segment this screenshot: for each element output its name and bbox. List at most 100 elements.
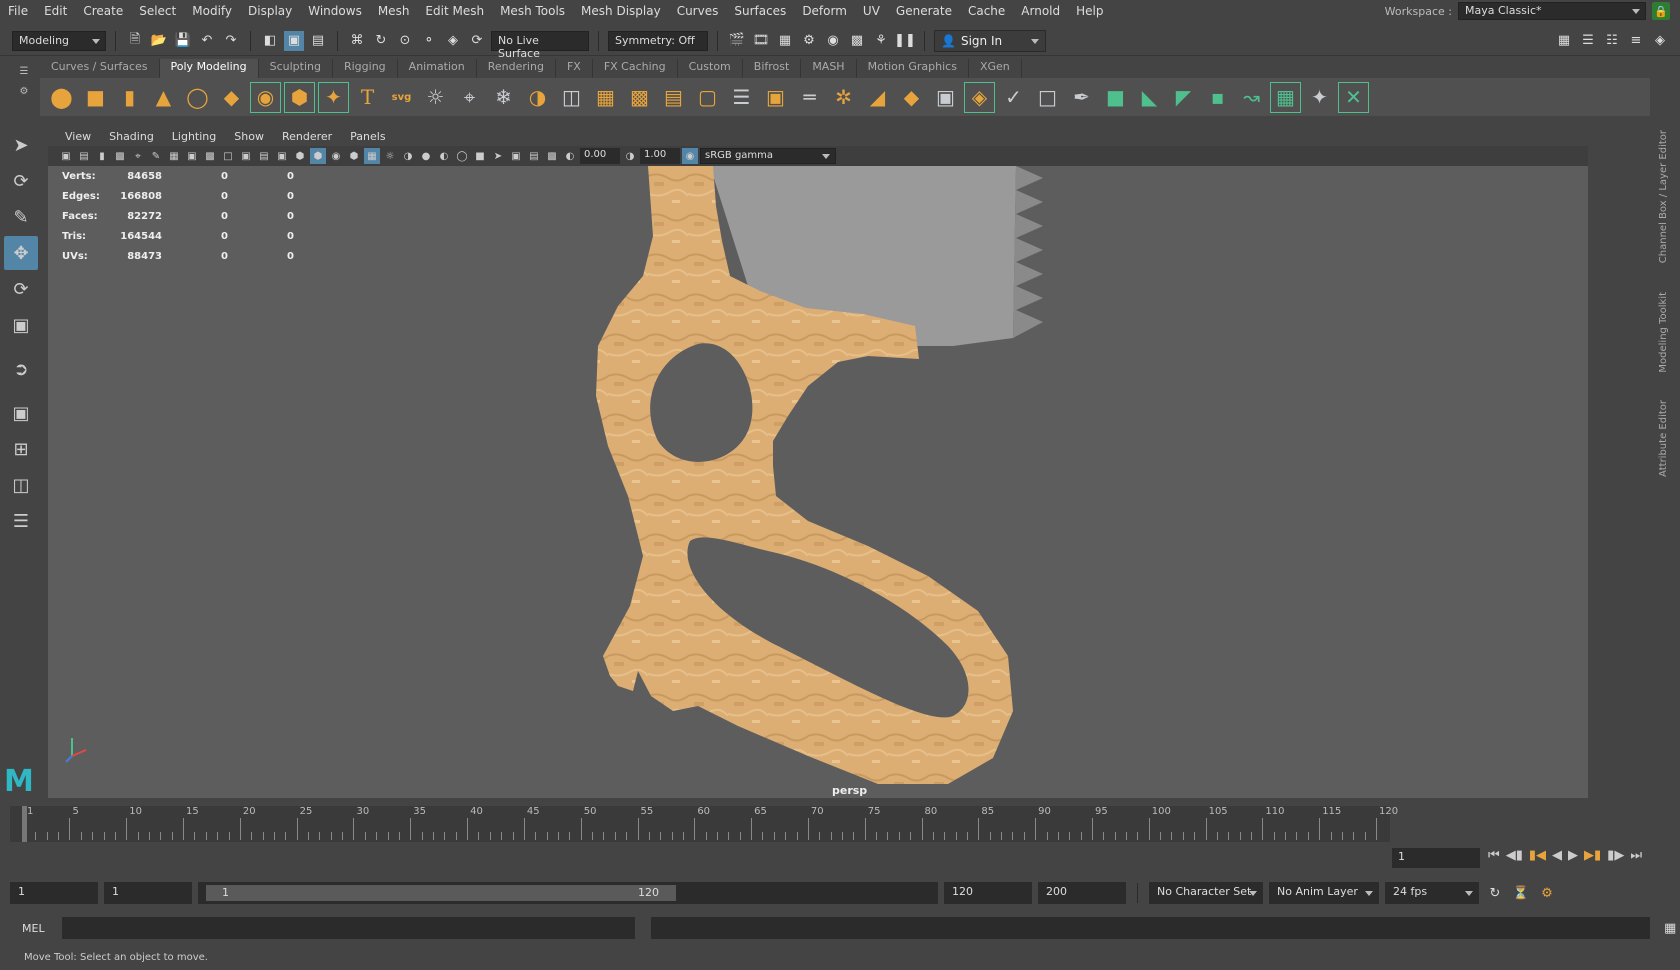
xray-icon[interactable]: ▣	[508, 148, 524, 164]
go-to-end-icon[interactable]: ⏭	[1630, 848, 1642, 863]
lights-icon[interactable]: ☼	[382, 148, 398, 164]
viewport-menu-view[interactable]: View	[56, 130, 100, 143]
attribute-editor-icon[interactable]: ☰	[1578, 31, 1598, 51]
bevel-icon[interactable]: ▣	[760, 82, 791, 113]
layer-editor-icon[interactable]: ◈	[1650, 31, 1670, 51]
two-d-pan-icon[interactable]: ⌖	[130, 148, 146, 164]
poly-cylinder-icon[interactable]: ▮	[114, 82, 145, 113]
step-back-frame-icon[interactable]: ▮◀	[1529, 848, 1546, 863]
scale-tool-icon[interactable]: ▣	[4, 308, 38, 342]
lasso-tool-icon[interactable]: ⟳	[4, 164, 38, 198]
snap-curve-icon[interactable]: ↻	[371, 31, 391, 51]
uv-icon[interactable]: ❄	[488, 82, 519, 113]
menu-curves[interactable]: Curves	[669, 4, 727, 18]
viewport-menu-panels[interactable]: Panels	[341, 130, 394, 143]
persp-graph-icon[interactable]: ◫	[4, 468, 38, 502]
animation-start-field[interactable]: 1	[10, 882, 98, 904]
wireframe-on-shaded-icon[interactable]: ⬢	[346, 148, 362, 164]
insert-loop-icon[interactable]: ═	[794, 82, 825, 113]
menu-generate[interactable]: Generate	[888, 4, 960, 18]
lock-icon[interactable]: 🔒	[1652, 2, 1670, 20]
shelf-tab-curves-surfaces[interactable]: Curves / Surfaces	[40, 59, 160, 78]
make-live-icon[interactable]: ⟳	[467, 31, 487, 51]
shelf-tab-mash[interactable]: MASH	[801, 59, 857, 78]
platonic-solid-icon[interactable]: ⬢	[284, 81, 315, 113]
render-frame-icon[interactable]: 🎬	[727, 31, 747, 51]
connect-icon[interactable]: ◆	[896, 82, 927, 113]
rotate-tool-icon[interactable]: ⟳	[4, 272, 38, 306]
safe-title-icon[interactable]: ▣	[274, 148, 290, 164]
script-editor-icon[interactable]: ▦	[1660, 918, 1680, 938]
image-plane-icon[interactable]: ▩	[112, 148, 128, 164]
mirror-icon[interactable]: ▤	[658, 82, 689, 113]
motion-blur-icon[interactable]: ◐	[436, 148, 452, 164]
ipr-render-icon[interactable]: ▦	[775, 31, 795, 51]
knife-icon[interactable]: ✒	[1066, 82, 1097, 113]
auto-key-icon[interactable]: ⏳	[1511, 883, 1531, 903]
current-frame-field[interactable]: 1	[1392, 848, 1480, 868]
step-forward-key-icon[interactable]: ▮▶	[1607, 848, 1624, 863]
exposure-field[interactable]: 0.00	[580, 148, 620, 164]
snap-point-icon[interactable]: ⊙	[395, 31, 415, 51]
tool-settings-icon[interactable]: ☷	[1602, 31, 1622, 51]
character-set-dropdown[interactable]: No Character Set	[1149, 882, 1263, 904]
select-tool-icon[interactable]: ➤	[4, 128, 38, 162]
shelf-tab-fx[interactable]: FX	[556, 59, 593, 78]
single-perspective-icon[interactable]: ▣	[4, 396, 38, 430]
uv-editor-icon[interactable]: ▦	[1270, 81, 1301, 113]
fill-hole-icon[interactable]: ◈	[964, 81, 995, 113]
safe-action-icon[interactable]: ▤	[256, 148, 272, 164]
snap-grid-icon[interactable]: ⌘	[347, 31, 367, 51]
isolate-select-icon[interactable]: ➤	[490, 148, 506, 164]
exposure-icon[interactable]: ◐	[562, 148, 578, 164]
workspace-dropdown[interactable]: Maya Classic*	[1458, 2, 1646, 20]
xray-joints-icon[interactable]: ▤	[526, 148, 542, 164]
resolution-gate-icon[interactable]: ▩	[202, 148, 218, 164]
reduce-icon[interactable]: ▩	[624, 82, 655, 113]
step-back-key-icon[interactable]: ◀▮	[1506, 848, 1523, 863]
viewport-3d[interactable]: Verts: 84658 0 0 Edges: 166808 0 0 Faces: 82272…	[48, 166, 1588, 798]
shelf-tab-xgen[interactable]: XGen	[969, 59, 1022, 78]
live-surface-field[interactable]: No Live Surface	[491, 30, 589, 60]
sew-uv-icon[interactable]: ✕	[1338, 81, 1369, 113]
menu-display[interactable]: Display	[240, 4, 300, 18]
unfold-icon[interactable]: ↝	[1236, 82, 1267, 113]
menu-edit-mesh[interactable]: Edit Mesh	[417, 4, 492, 18]
menu-surfaces[interactable]: Surfaces	[726, 4, 794, 18]
grid-icon[interactable]: ▦	[166, 148, 182, 164]
playback-end-field[interactable]: 120	[944, 882, 1032, 904]
default-material-icon[interactable]: ◉	[328, 148, 344, 164]
grease-pencil-icon[interactable]: ✎	[148, 148, 164, 164]
gamma-icon[interactable]: ◑	[622, 148, 638, 164]
bookmark-icon[interactable]: ▮	[94, 148, 110, 164]
range-slider[interactable]: 1 120	[198, 882, 938, 904]
tab-attribute-editor[interactable]: Attribute Editor	[1658, 400, 1669, 477]
loop-icon[interactable]: ↻	[1485, 883, 1505, 903]
shelf-menu-icon[interactable]: ☰ ⚙	[16, 62, 32, 102]
menu-mesh-tools[interactable]: Mesh Tools	[492, 4, 573, 18]
select-component-icon[interactable]: ▤	[308, 31, 328, 51]
camera-attr-icon[interactable]: ▤	[76, 148, 92, 164]
shelf-tab-fx-caching[interactable]: FX Caching	[593, 59, 678, 78]
field-chart-icon[interactable]: ▣	[238, 148, 254, 164]
xray-active-icon[interactable]: ▩	[544, 148, 560, 164]
modeling-toolkit-icon[interactable]: ▦	[1554, 31, 1574, 51]
menu-modify[interactable]: Modify	[184, 4, 240, 18]
shelf-tab-poly-modeling[interactable]: Poly Modeling	[159, 59, 259, 78]
arnold-render-icon[interactable]: ⚘	[871, 31, 891, 51]
poly-plane-icon[interactable]: ◆	[216, 82, 247, 113]
paint-select-icon[interactable]: ✎	[4, 200, 38, 234]
snap-icon[interactable]: ⌖	[454, 82, 485, 113]
menu-edit[interactable]: Edit	[36, 4, 75, 18]
multi-cut-icon[interactable]: ✲	[828, 82, 859, 113]
range-slider-handle[interactable]	[206, 885, 676, 901]
tab-channel-box[interactable]: Channel Box / Layer Editor	[1658, 130, 1669, 263]
poly-cone-icon[interactable]: ▲	[148, 82, 179, 113]
pause-icon[interactable]: ❚❚	[894, 31, 916, 51]
outliner-icon[interactable]: ☰	[4, 504, 38, 538]
menu-cache[interactable]: Cache	[960, 4, 1013, 18]
current-time-indicator[interactable]	[22, 806, 27, 842]
menu-select[interactable]: Select	[131, 4, 184, 18]
dof-icon[interactable]: ■	[472, 148, 488, 164]
symmetry-dropdown[interactable]: Symmetry: Off	[608, 30, 708, 51]
